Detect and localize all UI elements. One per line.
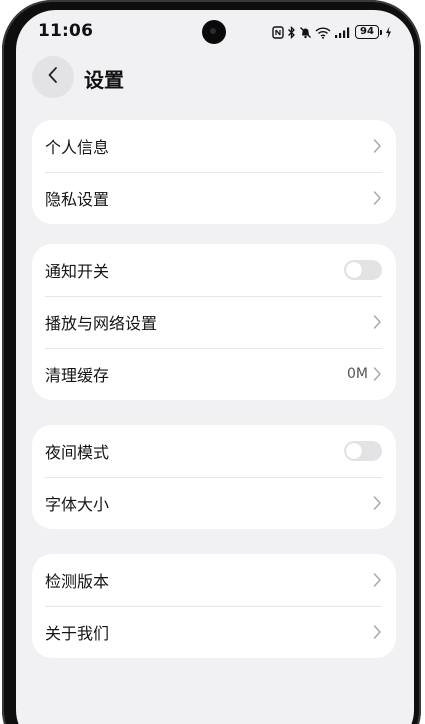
settings-item-label: 关于我们: [45, 624, 110, 643]
status-time: 11:06: [38, 21, 94, 41]
back-button[interactable]: [32, 56, 74, 98]
page-title: 设置: [84, 68, 124, 92]
battery-level: 94: [355, 25, 379, 39]
settings-group-account: 个人信息 隐私设置: [32, 120, 396, 224]
settings-item-label: 检测版本: [45, 572, 110, 591]
settings-group-about: 检测版本 关于我们: [32, 554, 396, 658]
settings-item-check-version[interactable]: 检测版本: [32, 554, 396, 606]
settings-item-label: 字体大小: [45, 495, 110, 514]
chevron-right-icon: [372, 189, 382, 207]
settings-item-about-us[interactable]: 关于我们: [32, 606, 396, 658]
settings-item-privacy[interactable]: 隐私设置: [32, 172, 396, 224]
chevron-right-icon: [372, 623, 382, 641]
settings-item-font-size[interactable]: 字体大小: [32, 477, 396, 529]
night-mode-toggle[interactable]: [344, 441, 382, 461]
phone-device: 11:06 94 设置 个人信息 隐私设置 通知开关 播放与网络设置 清理缓存 …: [0, 0, 425, 724]
settings-item-clear-cache[interactable]: 清理缓存 0M: [32, 348, 396, 400]
front-camera: [202, 20, 226, 44]
header: 设置: [16, 54, 414, 104]
mute-icon: [299, 26, 312, 39]
chevron-right-icon: [372, 313, 382, 331]
notifications-toggle[interactable]: [344, 260, 382, 280]
chevron-right-icon: [372, 571, 382, 589]
settings-item-playback-network[interactable]: 播放与网络设置: [32, 296, 396, 348]
settings-item-label: 播放与网络设置: [45, 314, 158, 333]
settings-item-night-mode: 夜间模式: [32, 425, 396, 477]
settings-item-notifications: 通知开关: [32, 244, 396, 296]
chevron-left-icon: [47, 66, 59, 88]
settings-item-label: 隐私设置: [45, 190, 110, 209]
settings-group-display: 夜间模式 字体大小: [32, 425, 396, 529]
toggle-knob: [346, 262, 362, 278]
screen: 11:06 94 设置 个人信息 隐私设置 通知开关 播放与网络设置 清理缓存 …: [16, 10, 414, 724]
bluetooth-icon: [287, 25, 296, 39]
settings-item-label: 清理缓存: [45, 366, 110, 385]
settings-item-label: 夜间模式: [45, 443, 110, 462]
phone-frame: 11:06 94 设置 个人信息 隐私设置 通知开关 播放与网络设置 清理缓存 …: [2, 0, 421, 724]
status-icons: 94: [272, 22, 392, 42]
settings-item-label: 通知开关: [45, 262, 110, 281]
settings-item-personal-info[interactable]: 个人信息: [32, 120, 396, 172]
toggle-knob: [346, 443, 362, 459]
chevron-right-icon: [372, 137, 382, 155]
settings-item-label: 个人信息: [45, 138, 110, 157]
signal-icon: [334, 26, 352, 39]
nfc-icon: [272, 25, 284, 39]
chevron-right-icon: [372, 365, 382, 383]
charging-icon: [385, 26, 392, 39]
wifi-icon: [315, 26, 331, 39]
settings-group-general: 通知开关 播放与网络设置 清理缓存 0M: [32, 244, 396, 400]
status-bar: 11:06 94: [16, 10, 414, 54]
chevron-right-icon: [372, 494, 382, 512]
cache-size-value: 0M: [347, 366, 368, 382]
battery-icon: 94: [355, 25, 382, 39]
